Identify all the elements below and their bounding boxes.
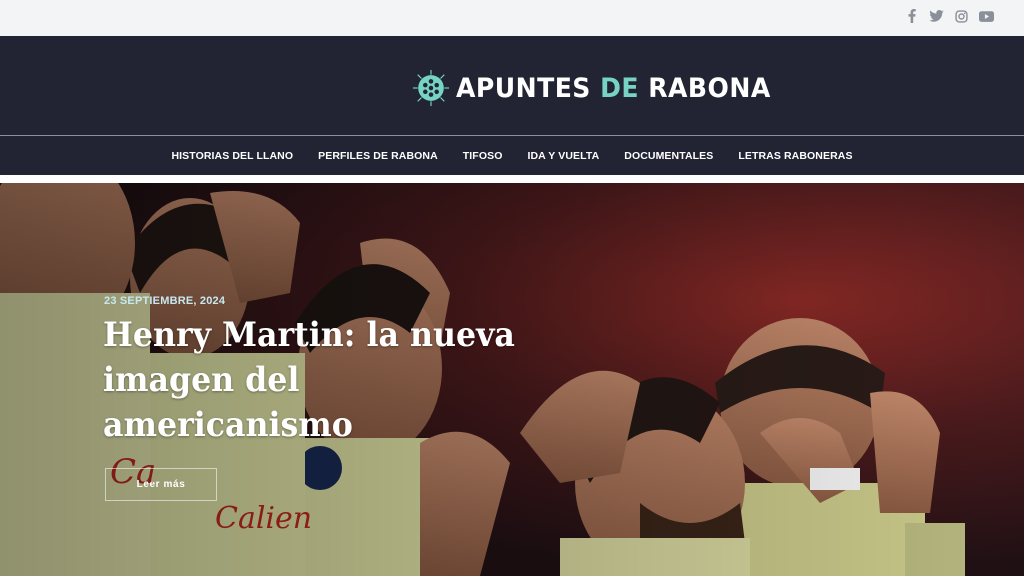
logo-text: APUNTES DE RABONA: [456, 73, 771, 104]
logo-word-apuntes: APUNTES: [456, 72, 591, 104]
nav-item-perfiles-de-rabona[interactable]: PERFILES DE RABONA: [318, 150, 438, 162]
featured-article: Calien Ca 23 SEPTIEMBRE, 2024 Henry Mart…: [0, 183, 1024, 576]
twitter-icon[interactable]: [929, 8, 944, 24]
facebook-icon[interactable]: [904, 8, 919, 24]
logo-word-rabona: RABONA: [648, 72, 771, 104]
youtube-icon[interactable]: [979, 8, 994, 24]
instagram-icon[interactable]: [954, 8, 969, 24]
social-links: [904, 8, 994, 24]
nav-item-ida-y-vuelta[interactable]: IDA Y VUELTA: [527, 150, 599, 162]
article-date: 23 SEPTIEMBRE, 2024: [104, 295, 226, 307]
top-bar: [0, 0, 1024, 36]
nav-item-tifoso[interactable]: TIFOSO: [463, 150, 503, 162]
article-title[interactable]: Henry Martin: la nueva imagen del americ…: [103, 313, 540, 448]
nav-item-letras-raboneras[interactable]: LETRAS RABONERAS: [738, 150, 852, 162]
nav-item-documentales[interactable]: DOCUMENTALES: [624, 150, 713, 162]
logo-word-de: DE: [600, 72, 640, 104]
soccer-ball-logo-icon: [412, 69, 450, 107]
nav-item-historias-del-llano[interactable]: HISTORIAS DEL LLANO: [171, 150, 293, 162]
main-nav: HISTORIAS DEL LLANO PERFILES DE RABONA T…: [0, 135, 1024, 175]
site-logo[interactable]: APUNTES DE RABONA: [412, 68, 794, 108]
site-header: APUNTES DE RABONA: [0, 36, 1024, 135]
read-more-button[interactable]: Leer más: [105, 468, 217, 501]
